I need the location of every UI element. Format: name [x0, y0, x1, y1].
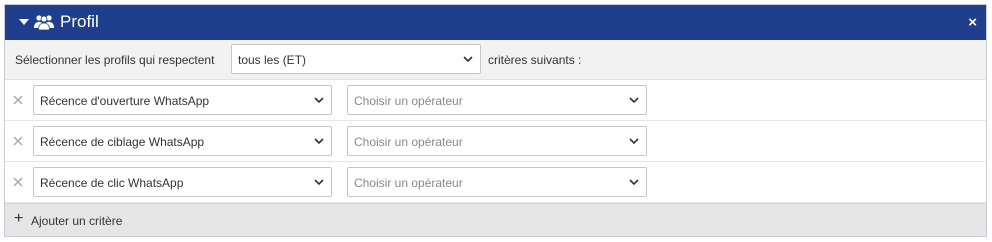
match-mode-select[interactable]: tous les (ET) [231, 44, 481, 74]
collapse-caret-icon[interactable] [19, 19, 29, 25]
match-mode-value: tous les (ET) [238, 53, 307, 67]
panel-title: Profil [60, 12, 99, 31]
match-suffix-label: critères suivants : [488, 53, 582, 67]
profile-filter-panel: Profil × Sélectionner les profils qui re… [4, 4, 987, 237]
criterion-operator-select[interactable]: Choisir un opérateur [347, 126, 647, 156]
panel-header[interactable]: Profil × [5, 5, 986, 40]
close-icon[interactable]: × [968, 15, 977, 30]
criterion-row: Récence de ciblage WhatsApp Choisir un o… [5, 121, 986, 162]
remove-criterion-icon[interactable] [13, 95, 23, 105]
criterion-field-value: Récence de clic WhatsApp [40, 176, 184, 190]
criterion-field-select[interactable]: Récence de ciblage WhatsApp [33, 126, 332, 156]
chevron-down-icon [629, 179, 639, 186]
remove-criterion-icon[interactable] [13, 177, 23, 187]
criterion-operator-placeholder: Choisir un opérateur [354, 135, 463, 149]
criterion-field-value: Récence de ciblage WhatsApp [40, 135, 205, 149]
criterion-operator-select[interactable]: Choisir un opérateur [347, 167, 647, 197]
criterion-operator-select[interactable]: Choisir un opérateur [347, 85, 647, 115]
match-prefix-label: Sélectionner les profils qui respectent [15, 53, 215, 67]
chevron-down-icon [463, 56, 473, 63]
chevron-down-icon [629, 138, 639, 145]
chevron-down-icon [314, 97, 324, 104]
criterion-operator-placeholder: Choisir un opérateur [354, 176, 463, 190]
criterion-row: Récence d'ouverture WhatsApp Choisir un … [5, 80, 986, 121]
chevron-down-icon [314, 138, 324, 145]
criterion-row: Récence de clic WhatsApp Choisir un opér… [5, 162, 986, 203]
remove-criterion-icon[interactable] [13, 136, 23, 146]
criterion-field-select[interactable]: Récence de clic WhatsApp [33, 167, 332, 197]
chevron-down-icon [314, 179, 324, 186]
criterion-field-select[interactable]: Récence d'ouverture WhatsApp [33, 85, 332, 115]
match-mode-row: Sélectionner les profils qui respectent … [5, 40, 986, 80]
users-icon [34, 15, 54, 30]
criterion-field-value: Récence d'ouverture WhatsApp [40, 94, 210, 108]
criterion-operator-placeholder: Choisir un opérateur [354, 94, 463, 108]
add-criterion-label: Ajouter un critère [31, 214, 123, 228]
add-criterion-button[interactable]: + Ajouter un critère [5, 203, 986, 236]
plus-icon: + [14, 210, 24, 227]
chevron-down-icon [629, 97, 639, 104]
